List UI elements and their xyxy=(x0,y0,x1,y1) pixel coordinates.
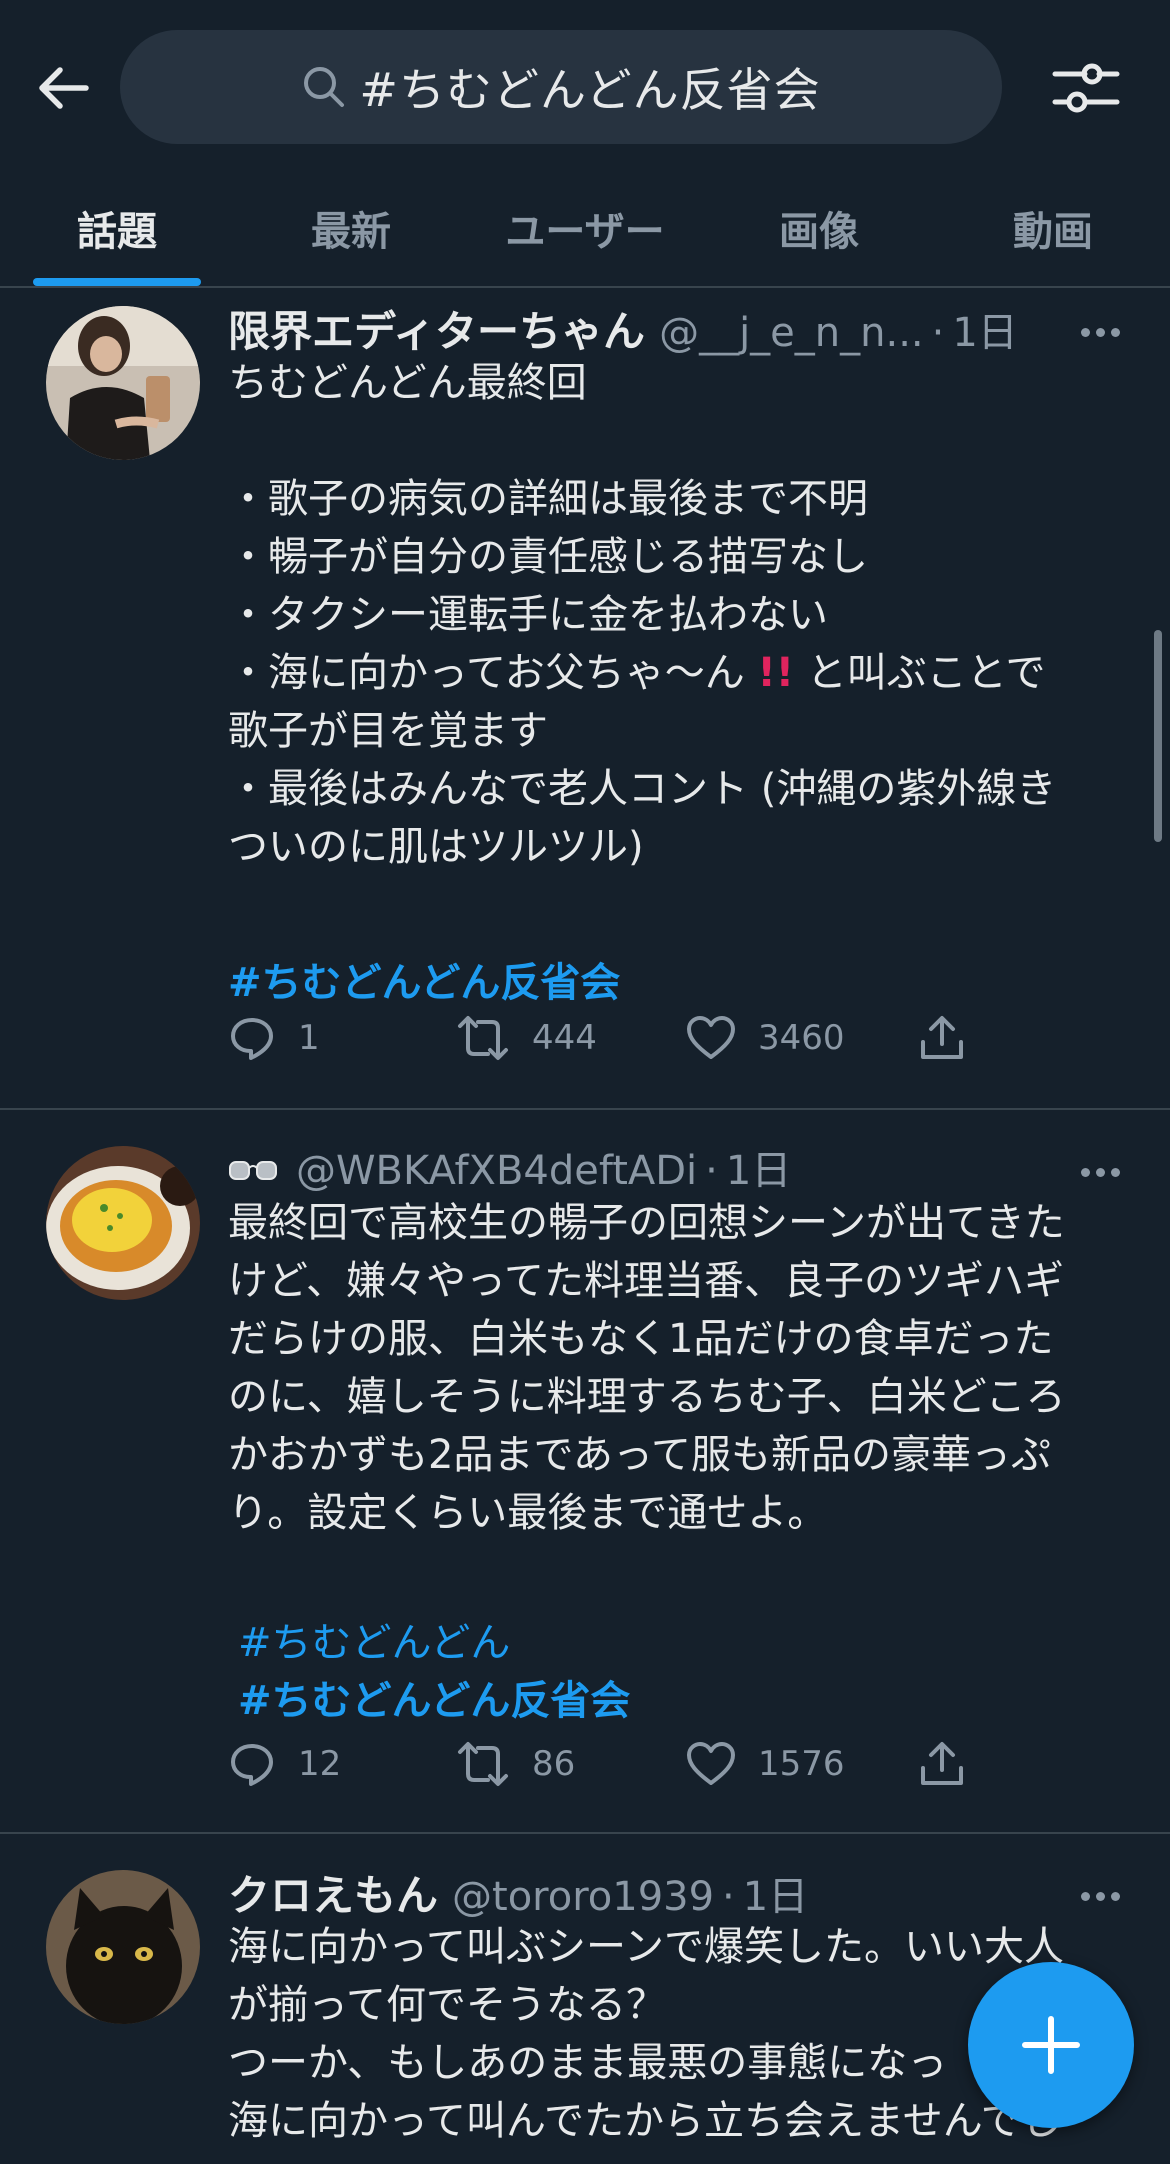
compose-plus-icon xyxy=(1022,2016,1080,2074)
retweet-button[interactable]: 444 xyxy=(456,1008,597,1068)
like-button[interactable]: 1576 xyxy=(686,1734,845,1794)
search-filter-button[interactable] xyxy=(1046,52,1126,124)
glasses-emoji xyxy=(228,1158,278,1184)
text-segment: ・海に向かってお父ちゃ〜ん xyxy=(228,650,745,696)
tweet[interactable]: 限界エディターちゃん @__j_e_n_n... · 1日 ちむどんどん最終回 … xyxy=(0,288,1170,1110)
text-spacer xyxy=(228,412,1128,470)
more-options-button[interactable] xyxy=(1070,1876,1130,1916)
like-icon xyxy=(687,1742,735,1785)
reply-button[interactable]: 1 xyxy=(228,1008,320,1068)
like-count: 3460 xyxy=(758,1018,845,1058)
tab-photos[interactable]: 画像 xyxy=(702,170,936,286)
text-line: だらけの服、白米もなく1品だけの食卓だった xyxy=(228,1316,1054,1362)
tab-label: 話題 xyxy=(77,209,157,255)
like-button[interactable]: 3460 xyxy=(686,1008,845,1068)
retweet-count: 86 xyxy=(532,1744,576,1784)
tweet-time: 1日 xyxy=(725,1148,792,1194)
tweet-time: 1日 xyxy=(952,310,1018,356)
tweet[interactable]: @WBKAfXB4deftADi · 1日 最終回で高校生の暢子の回想シーンが出… xyxy=(0,1110,1170,1834)
author-name[interactable]: クロえもん xyxy=(228,1862,438,1923)
separator-dot: · xyxy=(705,1148,718,1194)
retweet-icon xyxy=(458,1016,508,1060)
text-line: ちむどんどん最終回 xyxy=(228,360,587,406)
text-line: かおかずも2品まであって服も新品の豪華っぷ xyxy=(228,1432,1052,1478)
tweet-text: ちむどんどん最終回 ・歌子の病気の詳細は最後まで不明 ・暢子が自分の責任感じる描… xyxy=(228,354,1128,1012)
text-line: り。設定くらい最後まで通せよ。 xyxy=(228,1490,828,1536)
tab-label: 動画 xyxy=(1013,209,1093,255)
active-tab-indicator xyxy=(33,278,201,286)
text-segment: と叫ぶことで xyxy=(806,650,1046,696)
tab-label: 画像 xyxy=(779,209,859,255)
share-button[interactable] xyxy=(918,1734,988,1794)
tab-label: 最新 xyxy=(311,209,391,255)
scrollbar[interactable] xyxy=(1154,630,1162,842)
text-line: ・海に向かってお父ちゃ〜ん !! と叫ぶことで xyxy=(228,644,1128,702)
hashtag-link[interactable]: #ちむどんどん反省会 xyxy=(228,960,620,1006)
avatar[interactable] xyxy=(46,306,200,460)
like-count: 1576 xyxy=(758,1744,845,1784)
text-line: 歌子が目を覚ます xyxy=(228,708,548,754)
tab-latest[interactable]: 最新 xyxy=(234,170,468,286)
more-options-button[interactable] xyxy=(1070,1152,1130,1192)
more-dots-icon xyxy=(1080,1167,1090,1177)
retweet-icon xyxy=(458,1742,508,1786)
more-options-button[interactable] xyxy=(1070,312,1130,352)
search-tabs: 話題 最新 ユーザー 画像 動画 xyxy=(0,170,1170,286)
tab-people[interactable]: ユーザー xyxy=(468,170,702,286)
text-spacer xyxy=(228,876,1128,934)
text-line: けど、嫌々やってた料理当番、良子のツギハギ xyxy=(228,1258,1064,1304)
text-line: 最終回で高校生の暢子の回想シーンが出てきた xyxy=(228,1200,1065,1246)
separator-dot: · xyxy=(722,1874,735,1920)
reply-icon xyxy=(231,1744,273,1786)
top-bar: #ちむどんどん反省会 話題 最新 ユーザー 画像 動画 xyxy=(0,0,1170,288)
author-name[interactable]: 限界エディターちゃん xyxy=(228,298,645,359)
back-button[interactable] xyxy=(30,56,94,120)
like-icon xyxy=(687,1016,735,1059)
separator-dot: · xyxy=(931,310,945,356)
tweet-text: 最終回で高校生の暢子の回想シーンが出てきた けど、嫌々やってた料理当番、良子のツ… xyxy=(228,1194,1128,1730)
hashtag-link[interactable]: #ちむどんどん xyxy=(238,1620,510,1666)
double-exclamation-emoji: !! xyxy=(757,650,795,696)
more-dots-icon xyxy=(1080,327,1090,337)
avatar[interactable] xyxy=(46,1870,200,2024)
search-bar[interactable]: #ちむどんどん反省会 xyxy=(120,30,1002,144)
tweet-actions: 12 86 1576 xyxy=(228,1734,1048,1794)
text-spacer xyxy=(228,1542,1128,1600)
filter-sliders-icon xyxy=(1052,63,1120,113)
retweet-count: 444 xyxy=(532,1018,597,1058)
author-handle[interactable]: @__j_e_n_n... xyxy=(659,310,924,356)
reply-count: 1 xyxy=(298,1018,320,1058)
author-handle[interactable]: @WBKAfXB4deftADi xyxy=(296,1148,697,1194)
tab-videos[interactable]: 動画 xyxy=(936,170,1170,286)
tab-top[interactable]: 話題 xyxy=(0,170,234,286)
text-line: ・暢子が自分の責任感じる描写なし xyxy=(228,534,868,580)
share-button[interactable] xyxy=(918,1008,988,1068)
share-icon xyxy=(921,1742,963,1785)
avatar[interactable] xyxy=(46,1146,200,1300)
compose-tweet-button[interactable] xyxy=(968,1962,1134,2128)
retweet-button[interactable]: 86 xyxy=(456,1734,575,1794)
more-dots-icon xyxy=(1080,1891,1090,1901)
text-line: ・歌子の病気の詳細は最後まで不明 xyxy=(228,476,868,522)
tweet-time: 1日 xyxy=(742,1874,809,1920)
reply-icon xyxy=(231,1018,273,1060)
text-line: ついのに肌はツルツル) xyxy=(228,824,644,870)
search-icon xyxy=(301,64,347,110)
reply-button[interactable]: 12 xyxy=(228,1734,341,1794)
reply-count: 12 xyxy=(298,1744,342,1784)
share-icon xyxy=(921,1016,963,1059)
search-query[interactable]: #ちむどんどん反省会 xyxy=(359,54,820,120)
text-line: のに、嬉しそうに料理するちむ子、白米どころ xyxy=(228,1374,1066,1420)
text-line: ・最後はみんなで老人コント (沖縄の紫外線き xyxy=(228,766,1057,812)
back-arrow-icon xyxy=(39,67,89,109)
text-line: 海に向かって叫ぶシーンで爆笑した。いい大人 xyxy=(228,1924,1064,1970)
tweet-actions: 1 444 3460 xyxy=(228,1008,1048,1068)
author-handle[interactable]: @tororo1939 xyxy=(452,1874,714,1920)
tab-label: ユーザー xyxy=(505,209,665,255)
text-line: ・タクシー運転手に金を払わない xyxy=(228,592,828,638)
hashtag-link[interactable]: #ちむどんどん反省会 xyxy=(238,1678,630,1724)
